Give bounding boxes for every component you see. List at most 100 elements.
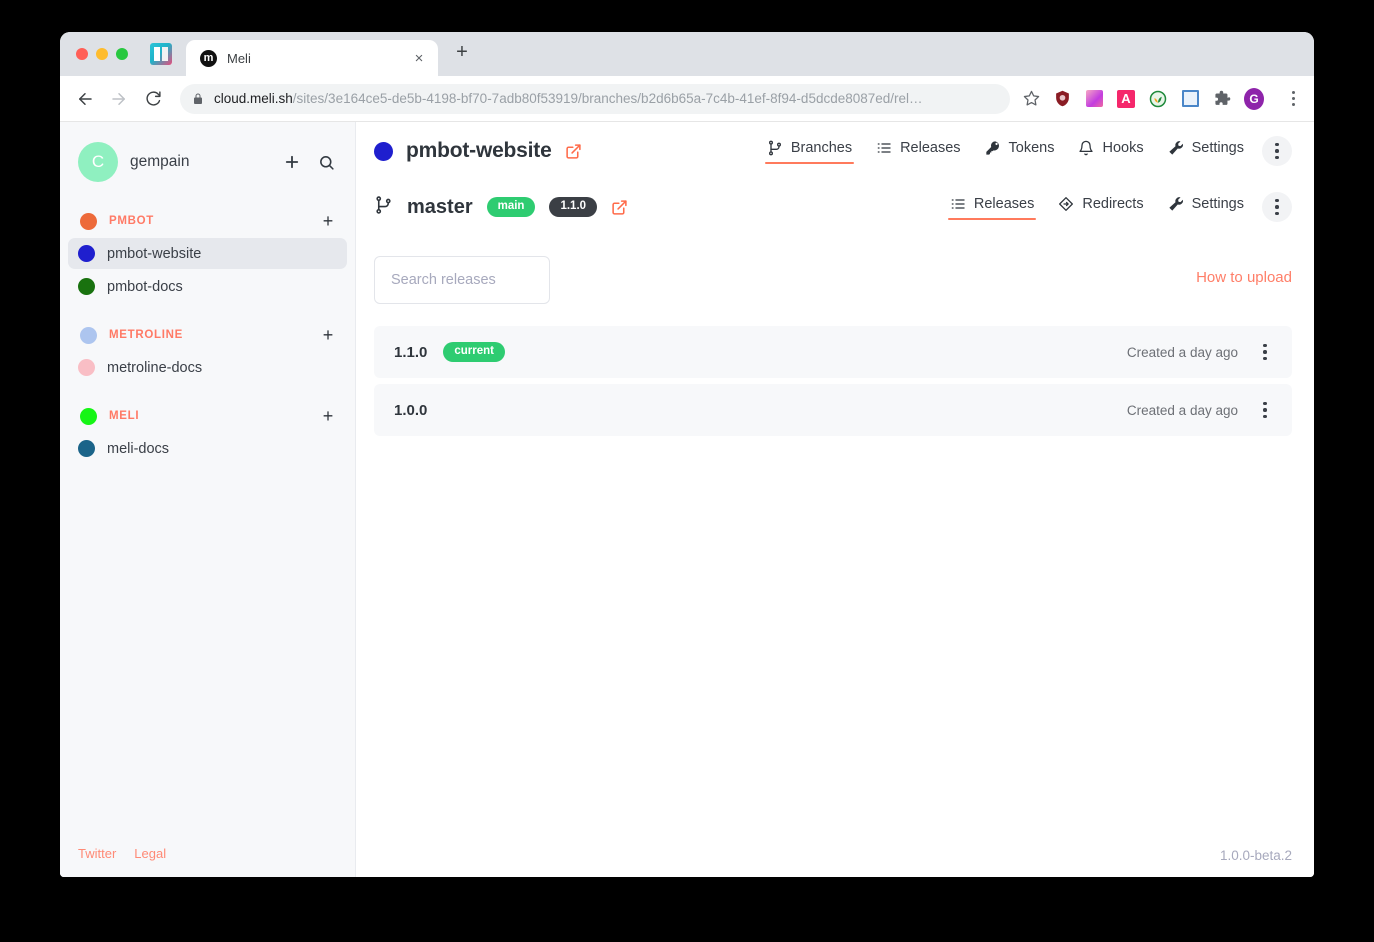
tab-tokens[interactable]: Tokens — [975, 134, 1065, 168]
tab-meli[interactable]: m Meli × — [186, 40, 438, 76]
ublock-shield-icon[interactable] — [1052, 89, 1072, 109]
back-icon[interactable] — [70, 84, 100, 114]
branch-name: master — [407, 195, 473, 218]
how-to-upload-link[interactable]: How to upload — [1196, 269, 1292, 286]
sidebar-groups: PMBOT + pmbot-website pmbot-docs METROLINE + m… — [60, 188, 355, 466]
release-row[interactable]: 1.0.0 Created a day ago — [374, 384, 1292, 436]
close-window-button[interactable] — [76, 48, 88, 60]
sidebar: C gempain PMBOT + pmbot-website pmbot-docs M… — [60, 122, 356, 877]
site-identity: pmbot-website — [374, 139, 582, 163]
search-input[interactable] — [374, 256, 550, 304]
release-created: Created a day ago — [1126, 402, 1238, 418]
forward-icon[interactable] — [104, 84, 134, 114]
tab-releases[interactable]: Releases — [866, 134, 970, 168]
sidebar-item-metroline-docs[interactable]: metroline-docs — [68, 352, 347, 383]
branch-main-badge: main — [486, 197, 536, 217]
address-bar[interactable]: cloud.meli.sh/sites/3e164ce5-de5b-4198-b… — [180, 83, 1010, 114]
open-site-external-icon[interactable] — [565, 143, 582, 160]
sidebar-item-pmbot-docs[interactable]: pmbot-docs — [68, 271, 347, 302]
releases-toolbar: How to upload — [374, 256, 1292, 304]
app-shortcut-icon[interactable] — [150, 43, 172, 65]
url-path: /sites/3e164ce5-de5b-4198-bf70-7adb80f53… — [292, 91, 923, 106]
redirect-icon — [1058, 196, 1074, 212]
tab-label: Releases — [900, 140, 961, 156]
tab-settings[interactable]: Settings — [1158, 190, 1254, 224]
bookmark-star-icon[interactable] — [1018, 86, 1044, 112]
main-panel: pmbot-website Branches Releases Tokens Hook… — [356, 122, 1314, 877]
branch-header: master main 1.1.0 Releases Redirects Setti… — [356, 180, 1314, 234]
release-menu-icon[interactable] — [1252, 397, 1278, 423]
save-extension-icon[interactable] — [1180, 89, 1200, 109]
release-menu-icon[interactable] — [1252, 339, 1278, 365]
add-site-icon[interactable]: + — [319, 326, 337, 344]
account-row: C gempain — [60, 122, 355, 188]
extension-icons: A G — [1044, 87, 1304, 110]
profile-avatar[interactable]: G — [1244, 87, 1264, 110]
release-list: 1.1.0 current Created a day ago 1.0.0 Create… — [374, 326, 1292, 436]
list-icon — [876, 140, 892, 156]
sidebar-group-header-metroline[interactable]: METROLINE + — [60, 320, 355, 350]
branch-version-badge: 1.1.0 — [549, 197, 598, 217]
search-icon[interactable] — [315, 151, 337, 173]
url-host: cloud.meli.sh — [214, 91, 293, 106]
open-branch-external-icon[interactable] — [611, 199, 628, 216]
release-row[interactable]: 1.1.0 current Created a day ago — [374, 326, 1292, 378]
tab-strip: m Meli × + — [60, 32, 1314, 76]
add-site-icon[interactable]: + — [319, 407, 337, 425]
branch-nav: Releases Redirects Settings — [940, 190, 1254, 224]
maximize-window-button[interactable] — [116, 48, 128, 60]
tab-label: Redirects — [1082, 196, 1144, 212]
browser-window: m Meli × + cloud.meli.sh/sites/3e164ce5-… — [60, 32, 1314, 877]
add-site-icon[interactable]: + — [319, 212, 337, 230]
sidebar-group-header-pmbot[interactable]: PMBOT + — [60, 206, 355, 236]
branch-menu-icon[interactable] — [1262, 192, 1292, 222]
tab-label: Settings — [1191, 196, 1244, 212]
gradient-extension-icon[interactable] — [1084, 89, 1104, 109]
tab-branches[interactable]: Branches — [757, 134, 862, 168]
tab-settings[interactable]: Settings — [1158, 134, 1254, 168]
release-created: Created a day ago — [1126, 344, 1238, 360]
twitter-link[interactable]: Twitter — [78, 846, 116, 861]
sidebar-item-label: metroline-docs — [107, 359, 203, 376]
bell-icon — [1078, 140, 1094, 156]
site-color-dot — [78, 359, 95, 376]
add-team-icon[interactable] — [281, 151, 303, 173]
tab-releases[interactable]: Releases — [940, 190, 1044, 224]
screen: m Meli × + cloud.meli.sh/sites/3e164ce5-… — [0, 0, 1374, 942]
site-color-dot — [78, 245, 95, 262]
tab-label: Settings — [1191, 140, 1244, 156]
puzzle-extensions-icon[interactable] — [1212, 89, 1232, 109]
sidebar-group-label: PMBOT — [109, 215, 155, 227]
tab-label: Hooks — [1102, 140, 1144, 156]
tab-hooks[interactable]: Hooks — [1068, 134, 1153, 168]
avatar[interactable]: C — [78, 142, 118, 182]
leaf-extension-icon[interactable] — [1148, 89, 1168, 109]
legal-link[interactable]: Legal — [134, 846, 166, 861]
site-header: pmbot-website Branches Releases Tokens Hook… — [356, 122, 1314, 180]
tab-title: Meli — [227, 50, 251, 66]
branch-icon — [767, 140, 783, 156]
site-color-dot — [374, 141, 393, 161]
wrench-icon — [1168, 140, 1184, 156]
branch-identity: master main 1.1.0 — [374, 194, 628, 221]
new-tab-button[interactable]: + — [448, 38, 476, 66]
sidebar-group-header-meli[interactable]: MELI + — [60, 401, 355, 431]
sidebar-group-label: METROLINE — [109, 329, 184, 341]
sidebar-item-meli-docs[interactable]: meli-docs — [68, 433, 347, 464]
close-icon[interactable]: × — [410, 49, 428, 67]
reload-icon[interactable] — [138, 84, 168, 114]
sidebar-item-pmbot-website[interactable]: pmbot-website — [68, 238, 347, 269]
minimize-window-button[interactable] — [96, 48, 108, 60]
list-icon — [950, 196, 966, 212]
site-color-dot — [78, 440, 95, 457]
browser-menu-icon[interactable] — [1282, 91, 1304, 106]
release-version: 1.1.0 — [394, 343, 428, 361]
release-version: 1.0.0 — [394, 401, 428, 419]
tab-label: Branches — [790, 140, 853, 156]
site-menu-icon[interactable] — [1262, 136, 1292, 166]
url-text: cloud.meli.sh/sites/3e164ce5-de5b-4198-b… — [214, 91, 923, 106]
app-body: C gempain PMBOT + pmbot-website pmbot-docs M… — [60, 122, 1314, 877]
tab-label: Releases — [973, 196, 1035, 212]
tab-redirects[interactable]: Redirects — [1048, 190, 1153, 224]
letter-a-extension-icon[interactable]: A — [1116, 89, 1136, 109]
